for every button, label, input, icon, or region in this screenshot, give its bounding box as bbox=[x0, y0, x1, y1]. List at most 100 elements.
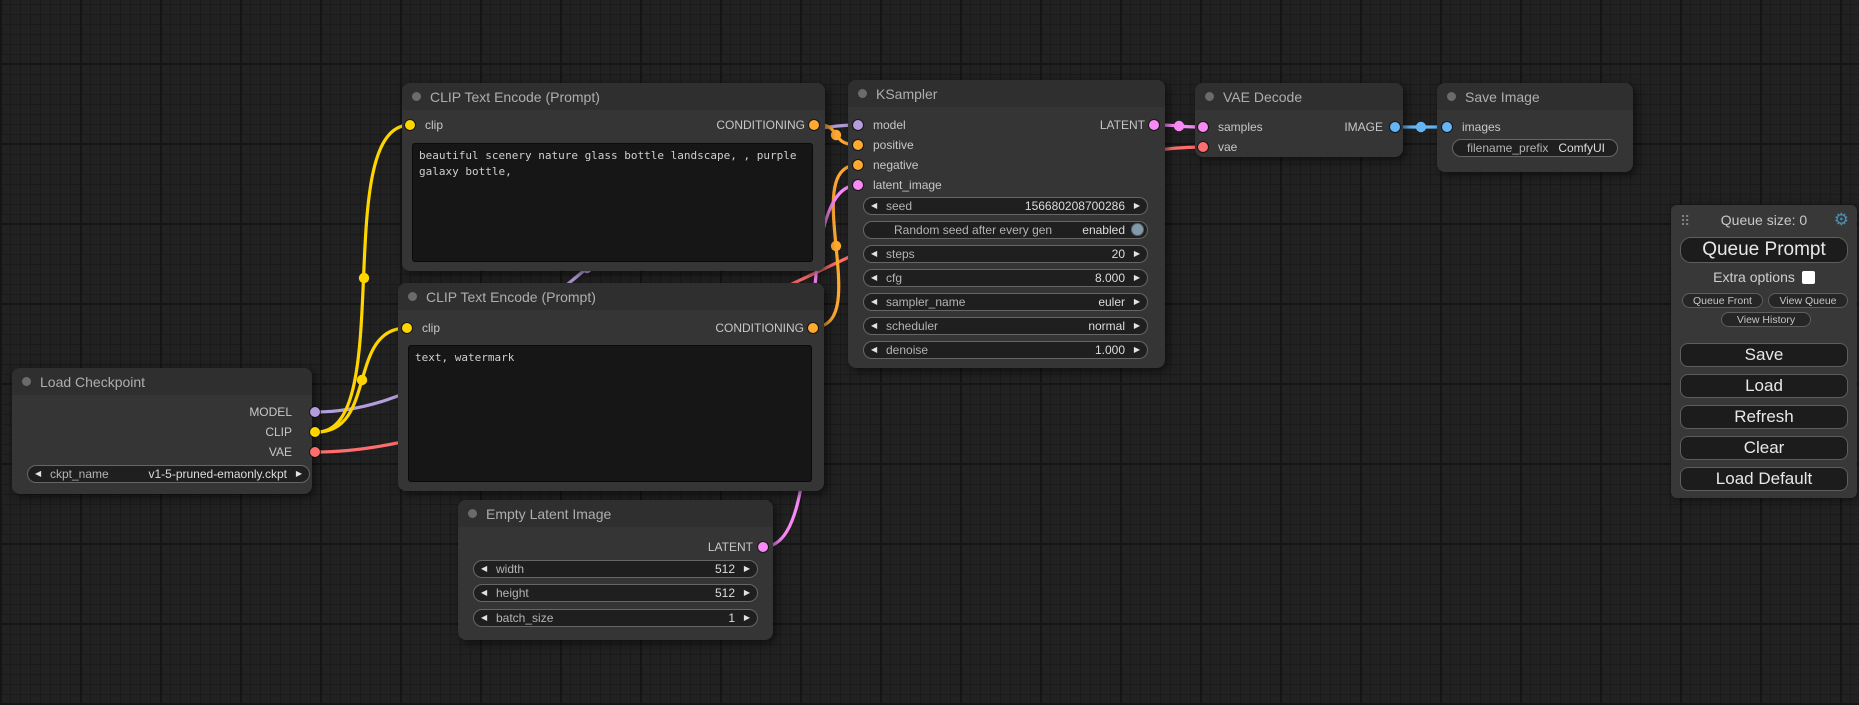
node-title: Save Image bbox=[1465, 89, 1540, 105]
node-title-bar[interactable]: KSampler bbox=[848, 80, 1165, 107]
arrow-left-icon[interactable]: ◀ bbox=[481, 610, 487, 626]
node-empty-latent-image[interactable]: Empty Latent Image LATENT ◀ width 512 ▶ … bbox=[458, 500, 773, 640]
input-dot-images[interactable] bbox=[1442, 122, 1452, 132]
widget-cfg[interactable]: ◀ cfg 8.000 ▶ bbox=[863, 269, 1148, 287]
node-save-image[interactable]: Save Image images filename_prefix ComfyU… bbox=[1437, 83, 1633, 172]
arrow-right-icon[interactable]: ▶ bbox=[1134, 318, 1140, 334]
collapse-dot-icon[interactable] bbox=[1205, 92, 1214, 101]
arrow-left-icon[interactable]: ◀ bbox=[871, 294, 877, 310]
load-default-button[interactable]: Load Default bbox=[1680, 467, 1848, 491]
arrow-right-icon[interactable]: ▶ bbox=[1134, 342, 1140, 358]
output-dot-latent[interactable] bbox=[1149, 120, 1159, 130]
arrow-left-icon[interactable]: ◀ bbox=[481, 585, 487, 601]
node-ksampler[interactable]: KSampler model positive negative latent_… bbox=[848, 80, 1165, 368]
output-dot-image[interactable] bbox=[1390, 122, 1400, 132]
input-dot-negative[interactable] bbox=[853, 160, 863, 170]
gear-icon[interactable]: ⚙ bbox=[1834, 210, 1849, 230]
node-title: Empty Latent Image bbox=[486, 506, 611, 522]
arrow-right-icon[interactable]: ▶ bbox=[1134, 270, 1140, 286]
node-title: Load Checkpoint bbox=[40, 374, 145, 390]
node-clip-text-encode-positive[interactable]: CLIP Text Encode (Prompt) clip CONDITION… bbox=[402, 83, 825, 271]
queue-front-button[interactable]: Queue Front bbox=[1682, 293, 1763, 308]
arrow-right-icon[interactable]: ▶ bbox=[1134, 246, 1140, 262]
input-dot-latent-image[interactable] bbox=[853, 180, 863, 190]
link-ksampler-latent-to-vaedecode-midpoint-dot[interactable] bbox=[1174, 121, 1184, 131]
link-positive-conditioning-to-ksampler-midpoint-dot[interactable] bbox=[831, 130, 841, 140]
node-title-bar[interactable]: Load Checkpoint bbox=[12, 368, 312, 395]
widget-seed[interactable]: ◀ seed 156680208700286 ▶ bbox=[863, 197, 1148, 215]
output-dot-latent[interactable] bbox=[758, 542, 768, 552]
node-load-checkpoint[interactable]: Load Checkpoint MODEL CLIP VAE ◀ ckpt_na… bbox=[12, 368, 312, 494]
arrow-right-icon[interactable]: ▶ bbox=[1134, 294, 1140, 310]
arrow-left-icon[interactable]: ◀ bbox=[871, 318, 877, 334]
input-dot-samples[interactable] bbox=[1198, 122, 1208, 132]
extra-options-checkbox[interactable] bbox=[1802, 271, 1815, 284]
widget-ckpt-name[interactable]: ◀ ckpt_name v1-5-pruned-emaonly.ckpt ▶ bbox=[27, 465, 310, 483]
arrow-left-icon[interactable]: ◀ bbox=[871, 198, 877, 214]
input-dot-positive[interactable] bbox=[853, 140, 863, 150]
widget-denoise[interactable]: ◀ denoise 1.000 ▶ bbox=[863, 341, 1148, 359]
node-title-bar[interactable]: Save Image bbox=[1437, 83, 1633, 110]
save-button[interactable]: Save bbox=[1680, 343, 1848, 367]
extra-options-label: Extra options bbox=[1713, 269, 1795, 285]
node-title-bar[interactable]: CLIP Text Encode (Prompt) bbox=[402, 83, 825, 110]
output-dot-model[interactable] bbox=[310, 407, 320, 417]
clear-button[interactable]: Clear bbox=[1680, 436, 1848, 460]
link-vaedecode-image-to-saveimage-midpoint-dot[interactable] bbox=[1416, 122, 1426, 132]
link-checkpoint-clip-to-positive-prompt-midpoint-dot[interactable] bbox=[359, 273, 369, 283]
collapse-dot-icon[interactable] bbox=[468, 509, 477, 518]
queue-panel: ⠿ Queue size: 0 ⚙ Queue Prompt Extra opt… bbox=[1671, 205, 1857, 498]
toggle-icon[interactable] bbox=[1131, 223, 1144, 236]
widget-filename-prefix[interactable]: filename_prefix ComfyUI bbox=[1452, 139, 1618, 157]
widget-scheduler[interactable]: ◀ scheduler normal ▶ bbox=[863, 317, 1148, 335]
widget-width[interactable]: ◀ width 512 ▶ bbox=[473, 560, 758, 578]
output-dot-conditioning[interactable] bbox=[808, 323, 818, 333]
collapse-dot-icon[interactable] bbox=[858, 89, 867, 98]
arrow-left-icon[interactable]: ◀ bbox=[481, 561, 487, 577]
arrow-right-icon[interactable]: ▶ bbox=[296, 466, 302, 482]
arrow-left-icon[interactable]: ◀ bbox=[871, 342, 877, 358]
link-negative-conditioning-to-ksampler-midpoint-dot[interactable] bbox=[831, 241, 841, 251]
refresh-button[interactable]: Refresh bbox=[1680, 405, 1848, 429]
input-dot-clip[interactable] bbox=[405, 120, 415, 130]
view-history-button[interactable]: View History bbox=[1721, 312, 1811, 327]
widget-sampler-name[interactable]: ◀ sampler_name euler ▶ bbox=[863, 293, 1148, 311]
prompt-textarea[interactable]: beautiful scenery nature glass bottle la… bbox=[412, 143, 813, 262]
collapse-dot-icon[interactable] bbox=[1447, 92, 1456, 101]
node-title: CLIP Text Encode (Prompt) bbox=[426, 289, 596, 305]
link-checkpoint-clip-to-negative-prompt-midpoint-dot[interactable] bbox=[357, 375, 367, 385]
comfyui-canvas[interactable]: { "icons": { "arrow_left": "◀", "arrow_r… bbox=[0, 0, 1859, 705]
input-dot-model[interactable] bbox=[853, 120, 863, 130]
node-clip-text-encode-negative[interactable]: CLIP Text Encode (Prompt) clip CONDITION… bbox=[398, 283, 824, 491]
arrow-right-icon[interactable]: ▶ bbox=[744, 585, 750, 601]
node-title: KSampler bbox=[876, 86, 937, 102]
node-title: VAE Decode bbox=[1223, 89, 1302, 105]
output-dot-vae[interactable] bbox=[310, 447, 320, 457]
node-title: CLIP Text Encode (Prompt) bbox=[430, 89, 600, 105]
arrow-right-icon[interactable]: ▶ bbox=[744, 610, 750, 626]
arrow-left-icon[interactable]: ◀ bbox=[871, 246, 877, 262]
input-dot-vae[interactable] bbox=[1198, 142, 1208, 152]
output-dot-clip[interactable] bbox=[310, 427, 320, 437]
node-vae-decode[interactable]: VAE Decode samples vae IMAGE bbox=[1195, 83, 1403, 157]
load-button[interactable]: Load bbox=[1680, 374, 1848, 398]
output-dot-conditioning[interactable] bbox=[809, 120, 819, 130]
collapse-dot-icon[interactable] bbox=[408, 292, 417, 301]
node-title-bar[interactable]: VAE Decode bbox=[1195, 83, 1403, 110]
node-title-bar[interactable]: CLIP Text Encode (Prompt) bbox=[398, 283, 824, 310]
node-title-bar[interactable]: Empty Latent Image bbox=[458, 500, 773, 527]
widget-random-seed[interactable]: Random seed after every gen enabled bbox=[863, 221, 1148, 239]
widget-height[interactable]: ◀ height 512 ▶ bbox=[473, 584, 758, 602]
widget-steps[interactable]: ◀ steps 20 ▶ bbox=[863, 245, 1148, 263]
arrow-right-icon[interactable]: ▶ bbox=[744, 561, 750, 577]
widget-batch-size[interactable]: ◀ batch_size 1 ▶ bbox=[473, 609, 758, 627]
arrow-left-icon[interactable]: ◀ bbox=[35, 466, 41, 482]
queue-prompt-button[interactable]: Queue Prompt bbox=[1680, 237, 1848, 263]
input-dot-clip[interactable] bbox=[402, 323, 412, 333]
collapse-dot-icon[interactable] bbox=[412, 92, 421, 101]
view-queue-button[interactable]: View Queue bbox=[1768, 293, 1848, 308]
prompt-textarea[interactable]: text, watermark bbox=[408, 345, 812, 482]
collapse-dot-icon[interactable] bbox=[22, 377, 31, 386]
arrow-left-icon[interactable]: ◀ bbox=[871, 270, 877, 286]
arrow-right-icon[interactable]: ▶ bbox=[1134, 198, 1140, 214]
